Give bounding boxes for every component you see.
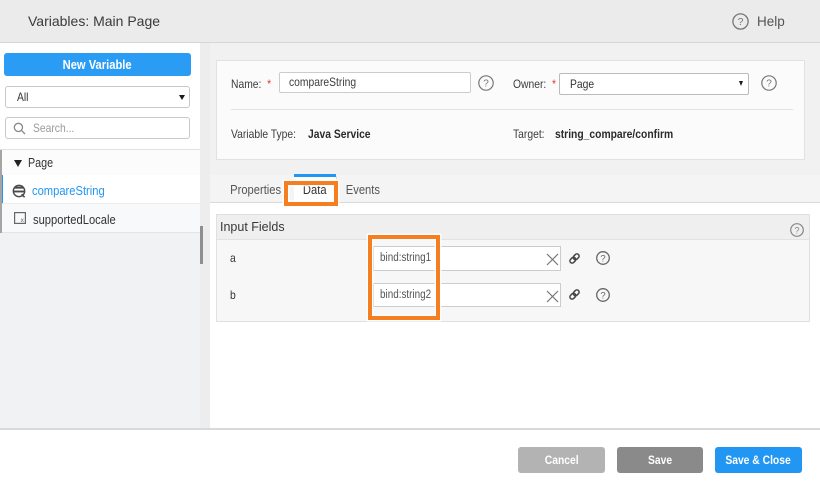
svg-text:?: ? [600, 254, 605, 265]
svg-text:?: ? [794, 225, 799, 235]
svg-text:?: ? [483, 79, 489, 90]
svg-text:?: ? [600, 291, 605, 302]
svg-text:?: ? [738, 16, 744, 28]
svg-text:?: ? [766, 79, 772, 90]
